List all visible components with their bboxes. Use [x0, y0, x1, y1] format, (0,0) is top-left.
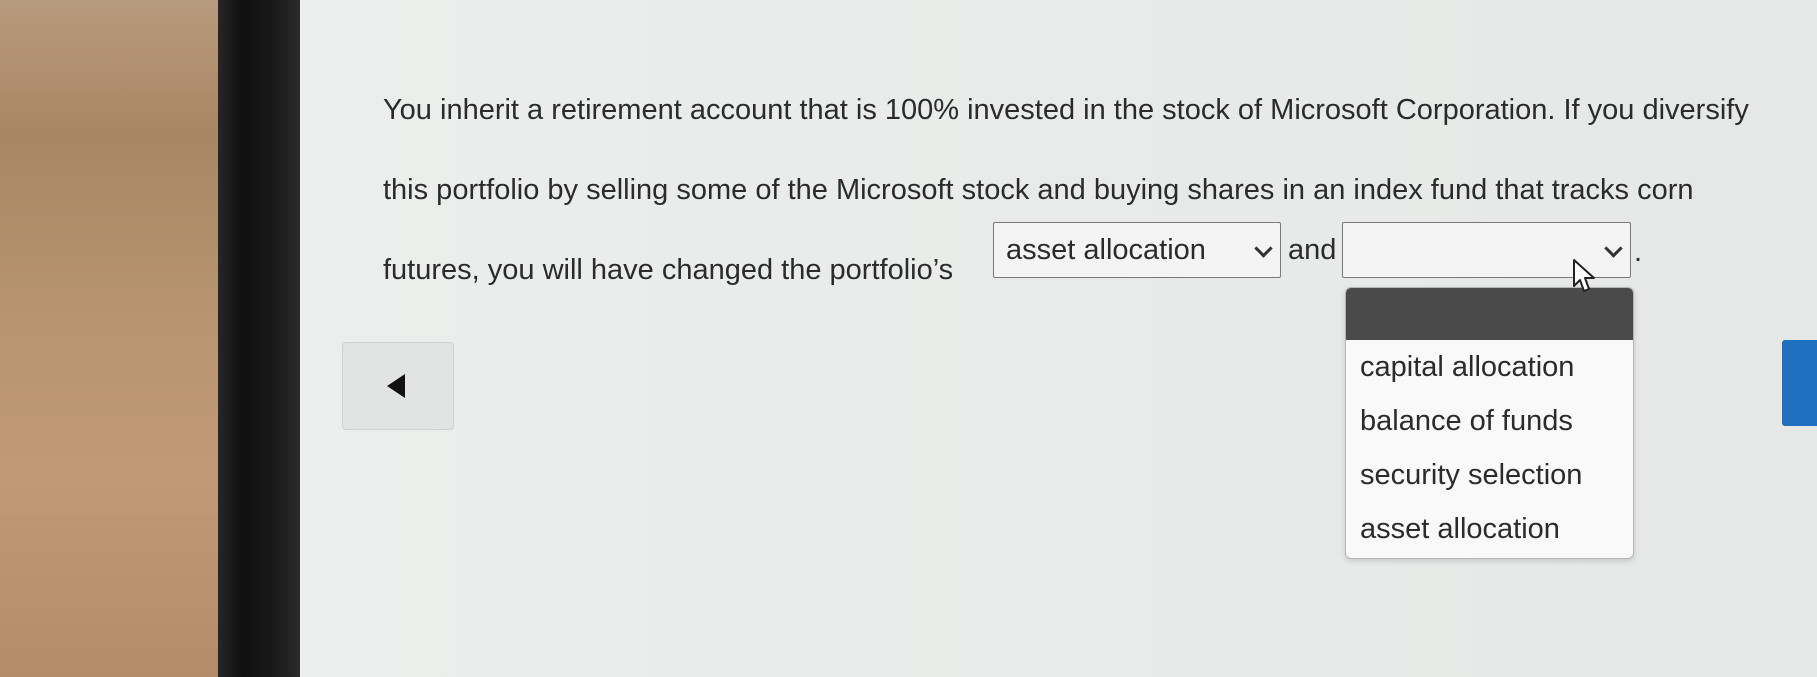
next-button[interactable] [1782, 340, 1817, 426]
desk-background [0, 0, 232, 677]
chevron-down-icon [1254, 239, 1273, 258]
question-line-2: this portfolio by selling some of the Mi… [383, 174, 1694, 206]
select-second-dropdown-list: capital allocation balance of funds secu… [1345, 287, 1634, 559]
chevron-down-icon [1604, 239, 1623, 258]
monitor-bezel [218, 0, 300, 677]
question-line-3-prefix: futures, you will have changed the portf… [383, 254, 954, 286]
connector-text: and [1288, 234, 1337, 266]
dropdown-option-asset-allocation[interactable]: asset allocation [1346, 502, 1633, 556]
question-line-3: futures, you will have changed the portf… [383, 230, 953, 310]
sentence-period: . [1634, 236, 1643, 268]
dropdown-option-security-selection[interactable]: security selection [1346, 448, 1633, 502]
mouse-pointer-icon [1573, 259, 1595, 292]
select-first-value: asset allocation [1006, 234, 1206, 266]
dropdown-option-capital-allocation[interactable]: capital allocation [1346, 340, 1633, 394]
triangle-left-icon [387, 374, 405, 398]
question-line-1: You inherit a retirement account that is… [383, 94, 1749, 126]
dropdown-option-balance-of-funds[interactable]: balance of funds [1346, 394, 1633, 448]
dropdown-blank-option[interactable] [1346, 288, 1633, 340]
select-first-answer[interactable]: asset allocation [993, 222, 1281, 278]
back-button[interactable] [342, 342, 454, 430]
